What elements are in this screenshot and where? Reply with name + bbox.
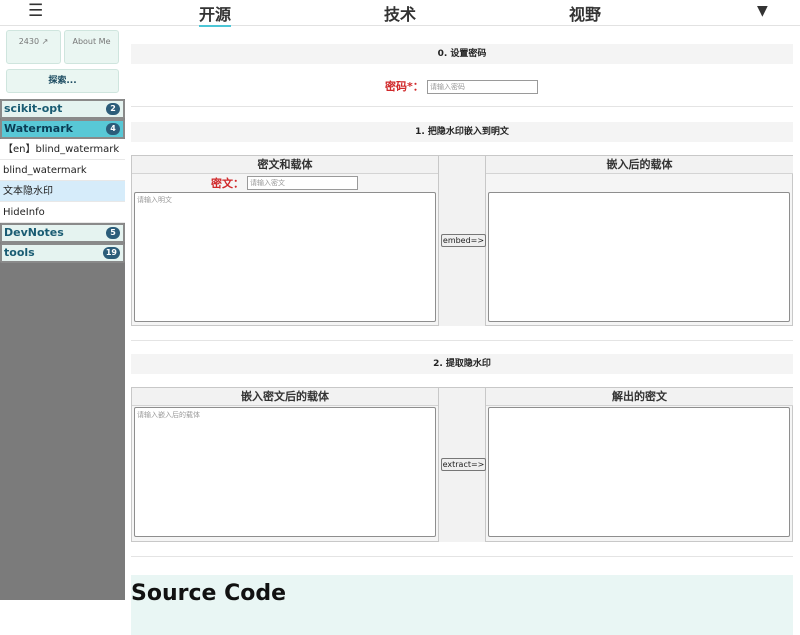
follow-button[interactable]: 关注 2430 ↗ (6, 30, 478, 65)
section-title-extract: 2. 提取隐水印 (131, 354, 793, 374)
count-badge: 19 (102, 247, 120, 259)
panel-head-decoded-cipher: 解出的密文 (486, 388, 793, 406)
cipher-input[interactable]: 请输入密文 (247, 176, 358, 190)
category-label: scikit-opt (4, 102, 63, 115)
sidebar-item-text-watermark[interactable]: 文本隐水印 (0, 181, 125, 202)
divider (131, 556, 793, 557)
follow-count: 2430 ↗ (18, 37, 49, 46)
plaintext-textarea[interactable]: 请输入明文 (134, 192, 436, 322)
embed-panel: 密文和载体 密文： 请输入密文 请输入明文 embed=> 嵌入后的载体 (131, 155, 793, 326)
nav-item-tech[interactable]: 技术 (384, 1, 416, 25)
category-label: DevNotes (4, 226, 64, 239)
sidebar-category-scikit-opt[interactable]: scikit-opt 2 (0, 99, 125, 119)
embedded-carrier-textarea[interactable] (488, 192, 790, 322)
nav-item-vision[interactable]: 视野 (569, 1, 601, 25)
sidebar: 关注 2430 ↗ 我 About Me 探索... scikit-opt 2 … (0, 26, 478, 600)
embed-button[interactable]: embed=> (441, 234, 486, 247)
extract-action-column: extract=> (438, 388, 486, 542)
divider (131, 106, 793, 107)
extract-button[interactable]: extract=> (441, 458, 486, 471)
password-label: 密码*： (385, 80, 424, 93)
divider (131, 340, 793, 341)
top-nav: ☰ 开源 技术 视野 ▼ (0, 0, 800, 27)
category-label: Watermark (4, 122, 73, 135)
count-badge: 2 (106, 103, 120, 115)
dropdown-caret-icon[interactable]: ▼ (757, 3, 768, 19)
sidebar-top: 关注 2430 ↗ 我 About Me 探索... (0, 26, 478, 99)
source-code-heading: Source Code (131, 581, 287, 606)
section-title-password: 0. 设置密码 (131, 44, 793, 64)
panel-head-cipher-carrier: 密文和载体 (132, 156, 438, 174)
about-me-label: About Me (72, 37, 111, 46)
count-badge: 5 (106, 227, 120, 239)
panel-head-carrier-with-cipher: 嵌入密文后的载体 (132, 388, 438, 406)
sidebar-category-tools[interactable]: tools 19 (0, 243, 125, 263)
sidebar-item-blind-watermark-en[interactable]: 【en】blind_watermark (0, 139, 125, 160)
category-label: tools (4, 246, 35, 259)
cipher-label: 密文： (211, 177, 244, 190)
explore-button[interactable]: 探索... (6, 69, 119, 93)
section-title-embed: 1. 把隐水印嵌入到明文 (131, 122, 793, 142)
decoded-cipher-textarea[interactable] (488, 407, 790, 537)
main-content: 0. 设置密码 密码*： 请输入密码 1. 把隐水印嵌入到明文 密文和载体 密文… (125, 26, 800, 635)
password-input[interactable]: 请输入密码 (427, 80, 538, 94)
sidebar-item-hideinfo[interactable]: HideInfo (0, 202, 125, 223)
embed-action-column: embed=> (438, 156, 486, 326)
source-code-section: Source Code (131, 575, 793, 635)
about-me-button[interactable]: 我 About Me (64, 30, 473, 65)
menu-icon[interactable]: ☰ (28, 1, 43, 21)
extract-panel: 嵌入密文后的载体 请输入嵌入后的载体 extract=> 解出的密文 (131, 387, 793, 542)
count-badge: 4 (106, 123, 120, 135)
carrier-textarea[interactable]: 请输入嵌入后的载体 (134, 407, 436, 537)
sidebar-category-watermark[interactable]: Watermark 4 (0, 119, 125, 139)
nav-item-opensource[interactable]: 开源 (199, 1, 232, 27)
sidebar-category-devnotes[interactable]: DevNotes 5 (0, 223, 125, 243)
panel-head-embedded-carrier: 嵌入后的载体 (486, 156, 793, 174)
sidebar-item-blind-watermark[interactable]: blind_watermark (0, 160, 125, 181)
